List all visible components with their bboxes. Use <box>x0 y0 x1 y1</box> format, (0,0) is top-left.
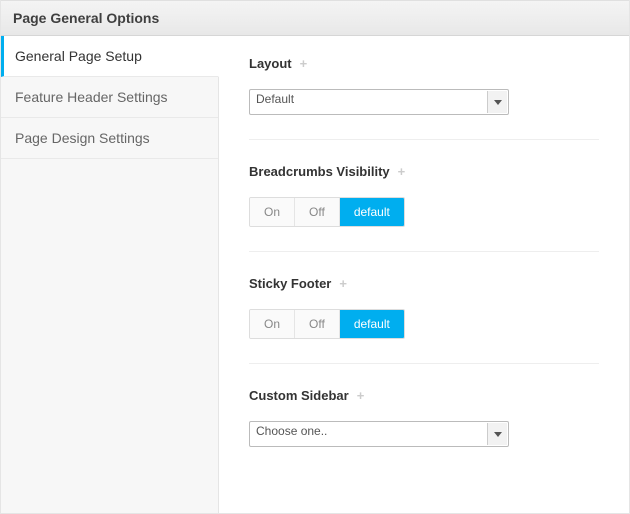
toggle-on[interactable]: On <box>250 310 295 338</box>
breadcrumbs-toggle: On Off default <box>249 197 405 227</box>
section-title: Custom Sidebar + <box>249 388 599 403</box>
sidebar: General Page Setup Feature Header Settin… <box>1 36 219 513</box>
plus-icon[interactable]: + <box>339 277 347 290</box>
content-area: Layout + Default Breadcrumbs Visibility … <box>219 36 629 513</box>
sidebar-item-general-page-setup[interactable]: General Page Setup <box>1 36 219 77</box>
layout-select-wrap: Default <box>249 89 509 115</box>
section-title-text: Custom Sidebar <box>249 388 349 403</box>
toggle-on[interactable]: On <box>250 198 295 226</box>
sidebar-item-label: Feature Header Settings <box>15 89 168 105</box>
sticky-footer-toggle: On Off default <box>249 309 405 339</box>
section-breadcrumbs: Breadcrumbs Visibility + On Off default <box>249 164 599 252</box>
section-layout: Layout + Default <box>249 56 599 140</box>
panel-body: General Page Setup Feature Header Settin… <box>1 36 629 513</box>
plus-icon[interactable]: + <box>300 57 308 70</box>
sidebar-item-feature-header-settings[interactable]: Feature Header Settings <box>1 77 218 118</box>
panel-title: Page General Options <box>1 0 629 36</box>
sidebar-item-label: Page Design Settings <box>15 130 150 146</box>
section-title: Breadcrumbs Visibility + <box>249 164 599 179</box>
sidebar-item-page-design-settings[interactable]: Page Design Settings <box>1 118 218 159</box>
toggle-off[interactable]: Off <box>295 198 340 226</box>
toggle-default[interactable]: default <box>340 198 404 226</box>
section-title-text: Sticky Footer <box>249 276 331 291</box>
toggle-default[interactable]: default <box>340 310 404 338</box>
sidebar-item-label: General Page Setup <box>15 48 142 64</box>
section-custom-sidebar: Custom Sidebar + Choose one.. <box>249 388 599 471</box>
options-panel: Page General Options General Page Setup … <box>0 0 630 514</box>
section-sticky-footer: Sticky Footer + On Off default <box>249 276 599 364</box>
section-title-text: Layout <box>249 56 292 71</box>
custom-sidebar-select-wrap: Choose one.. <box>249 421 509 447</box>
layout-select[interactable]: Default <box>249 89 509 115</box>
plus-icon[interactable]: + <box>398 165 406 178</box>
plus-icon[interactable]: + <box>357 389 365 402</box>
section-title-text: Breadcrumbs Visibility <box>249 164 390 179</box>
section-title: Sticky Footer + <box>249 276 599 291</box>
custom-sidebar-select[interactable]: Choose one.. <box>249 421 509 447</box>
section-title: Layout + <box>249 56 599 71</box>
toggle-off[interactable]: Off <box>295 310 340 338</box>
